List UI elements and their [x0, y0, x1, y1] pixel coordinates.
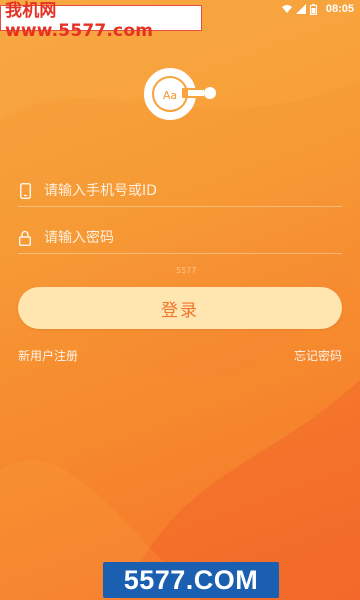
register-link[interactable]: 新用户注册	[18, 347, 78, 364]
watermark-center-text: 5577	[176, 266, 197, 275]
lock-icon	[18, 229, 32, 247]
watermark-top-text: 我机网 www.5577.com	[5, 0, 154, 41]
watermark-banner-top: 我机网 www.5577.com	[0, 1, 202, 41]
forgot-password-link[interactable]: 忘记密码	[294, 347, 342, 364]
watermark-banner-bottom: 5577.COM	[103, 562, 279, 598]
phone-field	[18, 176, 342, 207]
login-button[interactable]: 登录	[18, 287, 342, 329]
signal-icon	[295, 4, 306, 14]
battery-icon	[309, 4, 320, 15]
password-field	[18, 223, 342, 254]
phone-input[interactable]	[44, 183, 324, 199]
watermark-bottom-text: 5577.COM	[123, 564, 259, 595]
password-input[interactable]	[44, 230, 324, 246]
wifi-icon	[281, 4, 292, 14]
app-logo: Aa	[144, 64, 220, 124]
logo-text: Aa	[163, 89, 177, 102]
status-time: 08:05	[325, 3, 354, 15]
watermark-center: 5577	[176, 266, 196, 275]
status-bar: 08:05	[281, 2, 354, 16]
phone-icon	[18, 182, 32, 200]
